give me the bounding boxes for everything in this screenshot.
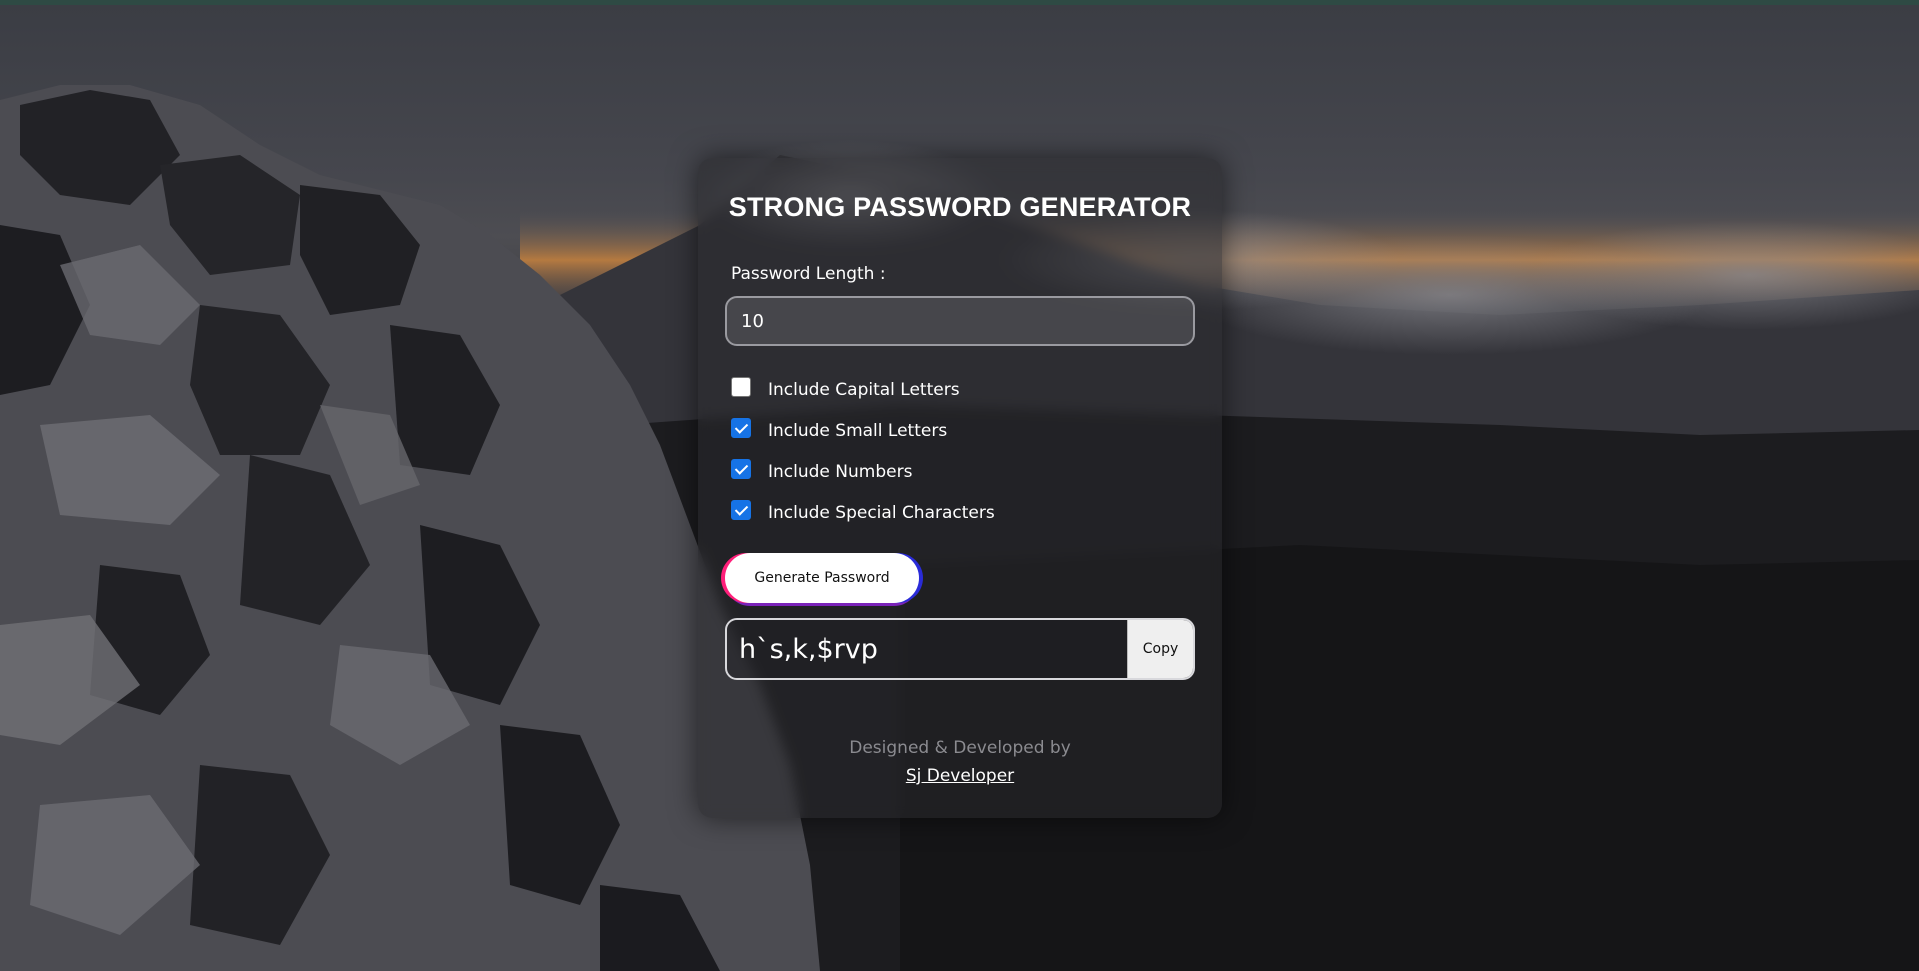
numbers-checkbox[interactable] — [731, 459, 751, 479]
password-output-field[interactable]: h`s,k,$rvp — [727, 620, 1127, 678]
credit-text: Designed & Developed by — [849, 738, 1071, 758]
author-link[interactable]: Sj Developer — [906, 766, 1014, 786]
page-title: STRONG PASSWORD GENERATOR — [728, 192, 1192, 222]
password-output-group: h`s,k,$rvp Copy — [725, 618, 1195, 680]
password-length-label: Password Length : — [731, 264, 886, 284]
small-letters-checkbox[interactable] — [731, 418, 751, 438]
special-characters-label: Include Special Characters — [768, 503, 995, 523]
capital-letters-checkbox[interactable] — [731, 377, 751, 397]
option-numbers[interactable]: Include Numbers — [731, 458, 913, 482]
numbers-label: Include Numbers — [768, 462, 913, 482]
top-accent-bar — [0, 0, 1919, 5]
author-link-wrapper: Sj Developer — [698, 766, 1222, 786]
option-small-letters[interactable]: Include Small Letters — [731, 417, 948, 441]
option-special-characters[interactable]: Include Special Characters — [731, 499, 995, 523]
password-generator-card: STRONG PASSWORD GENERATOR Password Lengt… — [698, 158, 1222, 818]
option-capital-letters[interactable]: Include Capital Letters — [731, 376, 960, 400]
generate-password-button[interactable]: Generate Password — [725, 553, 919, 603]
password-length-input[interactable] — [725, 296, 1195, 346]
capital-letters-label: Include Capital Letters — [768, 380, 960, 400]
small-letters-label: Include Small Letters — [768, 421, 948, 441]
copy-button[interactable]: Copy — [1127, 620, 1193, 678]
special-characters-checkbox[interactable] — [731, 500, 751, 520]
